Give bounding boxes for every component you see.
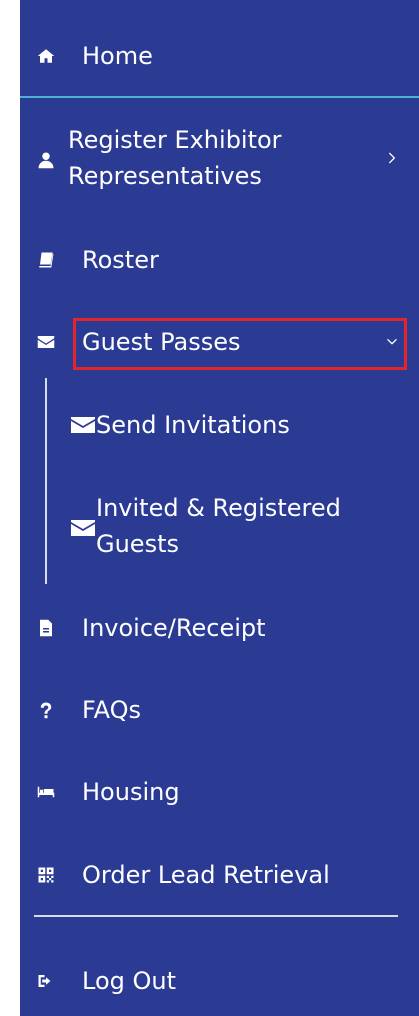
- document-icon: [34, 616, 58, 640]
- divider: [34, 915, 398, 917]
- nav-item-label: Home: [82, 42, 153, 70]
- submenu-item-send-invitations[interactable]: Send Invitations: [20, 407, 419, 443]
- submenu-item-label: Send Invitations: [96, 411, 290, 439]
- envelope-icon: [70, 415, 96, 435]
- chevron-right-icon: [383, 149, 401, 167]
- sign-out-icon: [34, 969, 58, 993]
- nav-item-faqs[interactable]: FAQs: [20, 692, 419, 728]
- bed-icon: [34, 780, 58, 804]
- question-icon: [34, 698, 58, 722]
- nav-item-label: Order Lead Retrieval: [82, 861, 330, 889]
- nav-item-label: Invoice/Receipt: [82, 614, 266, 642]
- highlight-box: [73, 318, 407, 370]
- nav-item-log-out[interactable]: Log Out: [20, 963, 419, 999]
- nav-item-housing[interactable]: Housing: [20, 774, 419, 810]
- nav-item-home[interactable]: Home: [20, 38, 419, 74]
- home-icon: [34, 44, 58, 68]
- divider: [20, 96, 419, 98]
- envelope-icon: [70, 518, 96, 538]
- qr-code-icon: [34, 863, 58, 887]
- envelope-icon: [34, 330, 58, 354]
- nav-item-label: FAQs: [82, 696, 141, 724]
- nav-item-invoice-receipt[interactable]: Invoice/Receipt: [20, 610, 419, 646]
- submenu-item-label: Invited & Registered Guests: [96, 494, 341, 558]
- sidebar-nav: Home Register Exhibitor Representatives …: [20, 0, 419, 1016]
- nav-item-register-exhibitor-representatives[interactable]: Register Exhibitor Representatives: [20, 120, 419, 196]
- nav-item-label: Roster: [82, 246, 159, 274]
- nav-item-label: Housing: [82, 778, 180, 806]
- nav-item-roster[interactable]: Roster: [20, 242, 419, 278]
- nav-item-label: Register Exhibitor Representatives: [68, 126, 282, 190]
- nav-item-label: Log Out: [82, 967, 177, 995]
- submenu-item-invited-registered-guests[interactable]: Invited & Registered Guests: [20, 490, 419, 564]
- nav-item-order-lead-retrieval[interactable]: Order Lead Retrieval: [20, 857, 419, 893]
- user-icon: [34, 148, 58, 172]
- book-icon: [34, 248, 58, 272]
